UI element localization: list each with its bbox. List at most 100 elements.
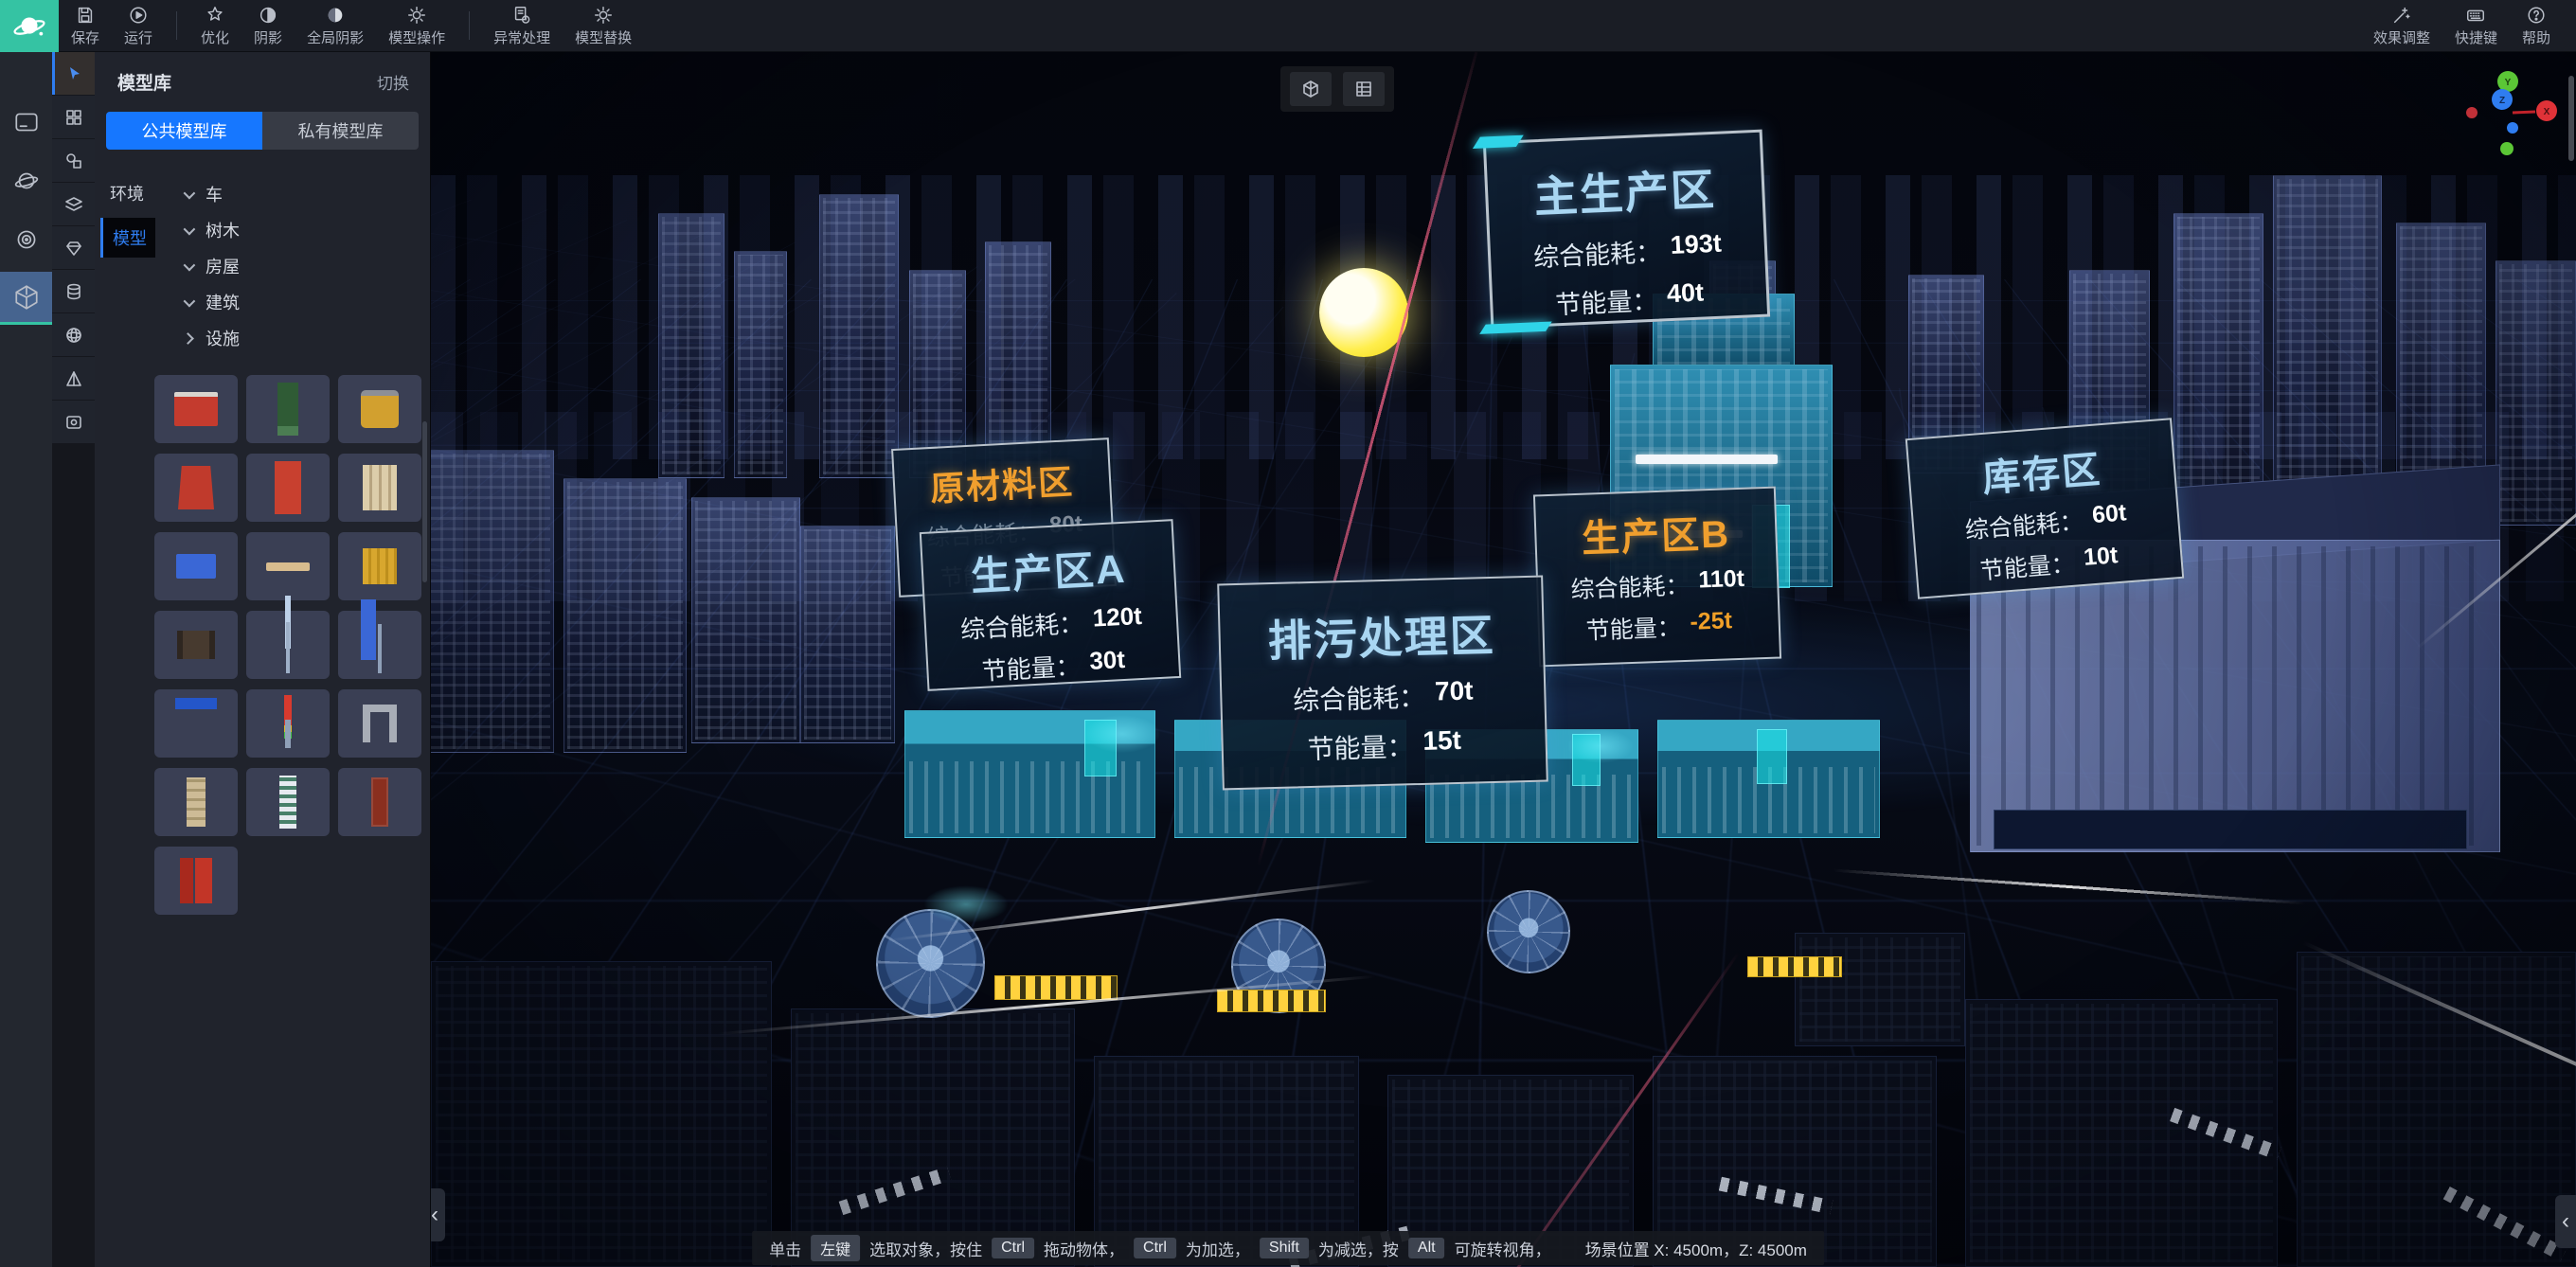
model-thumbnail[interactable] <box>246 611 330 679</box>
energy-label: 综合能耗： <box>959 604 1084 646</box>
zone-card-main-production[interactable]: 主生产区 综合能耗：193t 节能量：40t <box>1483 130 1770 330</box>
toolbar-label: 异常处理 <box>493 27 550 47</box>
scene-window-button[interactable] <box>0 96 52 149</box>
exception-handling-button[interactable]: 异常处理 <box>481 0 563 52</box>
model-thumbnail-image <box>371 777 388 827</box>
global-shadow-icon <box>325 5 346 26</box>
panel-title: 模型库 <box>117 69 171 95</box>
model-thumbnail[interactable] <box>154 611 238 679</box>
category-model[interactable]: 模型 <box>100 218 155 258</box>
layers-button[interactable] <box>52 183 95 225</box>
model-thumbnail[interactable] <box>338 689 421 758</box>
tree-item-trees[interactable]: 树木 <box>184 212 430 248</box>
effects-adjust-button[interactable]: 效果调整 <box>2361 0 2442 52</box>
app-logo[interactable] <box>0 0 59 52</box>
model-thumbnail-image <box>275 461 301 514</box>
neg-z-ball[interactable] <box>2507 122 2518 134</box>
model-thumbnail[interactable] <box>246 768 330 836</box>
prism-button[interactable] <box>52 357 95 400</box>
grid-blocks-button[interactable] <box>52 96 95 138</box>
hint-text: 拖动物体， <box>1044 1237 1124 1260</box>
model-replace-button[interactable]: 模型替换 <box>563 0 644 52</box>
model-thumbnail[interactable] <box>246 689 330 758</box>
shapes-button[interactable] <box>52 139 95 182</box>
chevron-down-icon <box>184 259 196 271</box>
model-thumbnail[interactable] <box>338 532 421 600</box>
toolbar-label: 快捷键 <box>2455 27 2497 47</box>
database-button[interactable] <box>52 270 95 312</box>
chevron-down-icon <box>184 294 196 307</box>
select-cursor-button[interactable] <box>52 52 95 95</box>
lit-windows <box>1747 956 1842 977</box>
window-scrollbar[interactable] <box>2568 76 2574 161</box>
tab-private-library[interactable]: 私有模型库 <box>262 112 419 150</box>
model-thumbnail[interactable] <box>154 375 238 443</box>
model-thumbnail[interactable] <box>154 847 238 915</box>
model-tree: 车 树木 房屋 建筑 设施 <box>155 176 430 356</box>
saturn-icon <box>11 9 47 45</box>
save-button[interactable]: 保存 <box>59 0 112 52</box>
key-badge-shift: Shift <box>1260 1238 1309 1258</box>
cube-mode-button[interactable] <box>1290 72 1332 106</box>
target-button[interactable] <box>0 213 52 266</box>
zone-card-sewage-treatment[interactable]: 排污处理区 综合能耗：70t 节能量：15t <box>1217 576 1548 791</box>
planet-button[interactable] <box>0 154 52 207</box>
global-shadow-button[interactable]: 全局阴影 <box>295 0 376 52</box>
panel-scrollbar[interactable] <box>422 421 427 582</box>
sphere-button[interactable] <box>52 313 95 356</box>
saving-value: 30t <box>1089 645 1126 682</box>
neg-y-ball[interactable] <box>2500 142 2513 155</box>
model-thumbnail[interactable] <box>246 375 330 443</box>
model-thumbnail[interactable] <box>154 768 238 836</box>
model-cube-button[interactable] <box>0 272 52 325</box>
tab-public-library[interactable]: 公共模型库 <box>106 112 262 150</box>
model-cube-icon <box>12 283 41 312</box>
help-button[interactable]: 帮助 <box>2510 0 2563 52</box>
model-operation-button[interactable]: 模型操作 <box>376 0 457 52</box>
open-right-panel-button[interactable]: ‹ <box>2555 1195 2576 1248</box>
category-environment[interactable]: 环境 <box>100 176 155 210</box>
zone-card-production-b[interactable]: 生产区B 综合能耗：110t 节能量：-25t <box>1533 487 1781 668</box>
zone-card-inventory[interactable]: 库存区 综合能耗：60t 节能量：10t <box>1905 418 2184 599</box>
energy-label: 综合能耗： <box>1532 231 1662 274</box>
model-thumbnail[interactable] <box>338 611 421 679</box>
model-thumbnail[interactable] <box>154 689 238 758</box>
cyan-glass-accent <box>1757 729 1787 784</box>
lit-windows <box>1217 990 1326 1012</box>
media-icon <box>64 413 83 432</box>
media-button[interactable] <box>52 401 95 443</box>
axis-gizmo[interactable]: X Y Z <box>2458 69 2571 175</box>
model-thumbnail-image <box>363 548 397 584</box>
gem-button[interactable] <box>52 226 95 269</box>
3d-viewport[interactable]: 主生产区 综合能耗：193t 节能量：40t 原材料区 综合能耗：80t 节能量… <box>431 52 2576 1267</box>
tree-item-houses[interactable]: 房屋 <box>184 248 430 284</box>
library-switch-link[interactable]: 切换 <box>377 70 409 94</box>
model-thumbnail[interactable] <box>338 375 421 443</box>
status-bar: 单击 左键 选取对象，按住 Ctrl 拖动物体， Ctrl 为加选， Shift… <box>752 1231 1824 1265</box>
hint-text: 选取对象，按住 <box>869 1237 982 1260</box>
optimize-button[interactable]: 优化 <box>188 0 242 52</box>
shortcut-keys-button[interactable]: 快捷键 <box>2442 0 2510 52</box>
shapes-icon <box>64 152 83 170</box>
neg-x-ball[interactable] <box>2466 107 2478 118</box>
model-thumbnail[interactable] <box>246 532 330 600</box>
stats-grid-button[interactable] <box>1343 72 1385 106</box>
shadow-button[interactable]: 阴影 <box>242 0 295 52</box>
saving-value: -25t <box>1690 607 1733 643</box>
toolbar-label: 帮助 <box>2522 27 2550 47</box>
run-button[interactable]: 运行 <box>112 0 165 52</box>
tree-label: 树木 <box>206 218 240 242</box>
model-thumbnail[interactable] <box>154 532 238 600</box>
tree-item-car[interactable]: 车 <box>184 176 430 212</box>
camera-position-readout: 场景位置 X: 4500m，Z: 4500m <box>1585 1237 1807 1260</box>
saving-value: 15t <box>1422 725 1462 764</box>
model-thumbnail[interactable] <box>338 768 421 836</box>
run-icon <box>128 5 149 26</box>
model-thumbnail[interactable] <box>338 454 421 522</box>
model-thumbnail[interactable] <box>246 454 330 522</box>
model-thumbnail[interactable] <box>154 454 238 522</box>
tree-item-facilities[interactable]: 设施 <box>184 320 430 356</box>
zone-card-production-a[interactable]: 生产区A 综合能耗：120t 节能量：30t <box>920 519 1181 691</box>
tree-item-buildings[interactable]: 建筑 <box>184 284 430 320</box>
model-thumbnail-image <box>361 390 399 428</box>
